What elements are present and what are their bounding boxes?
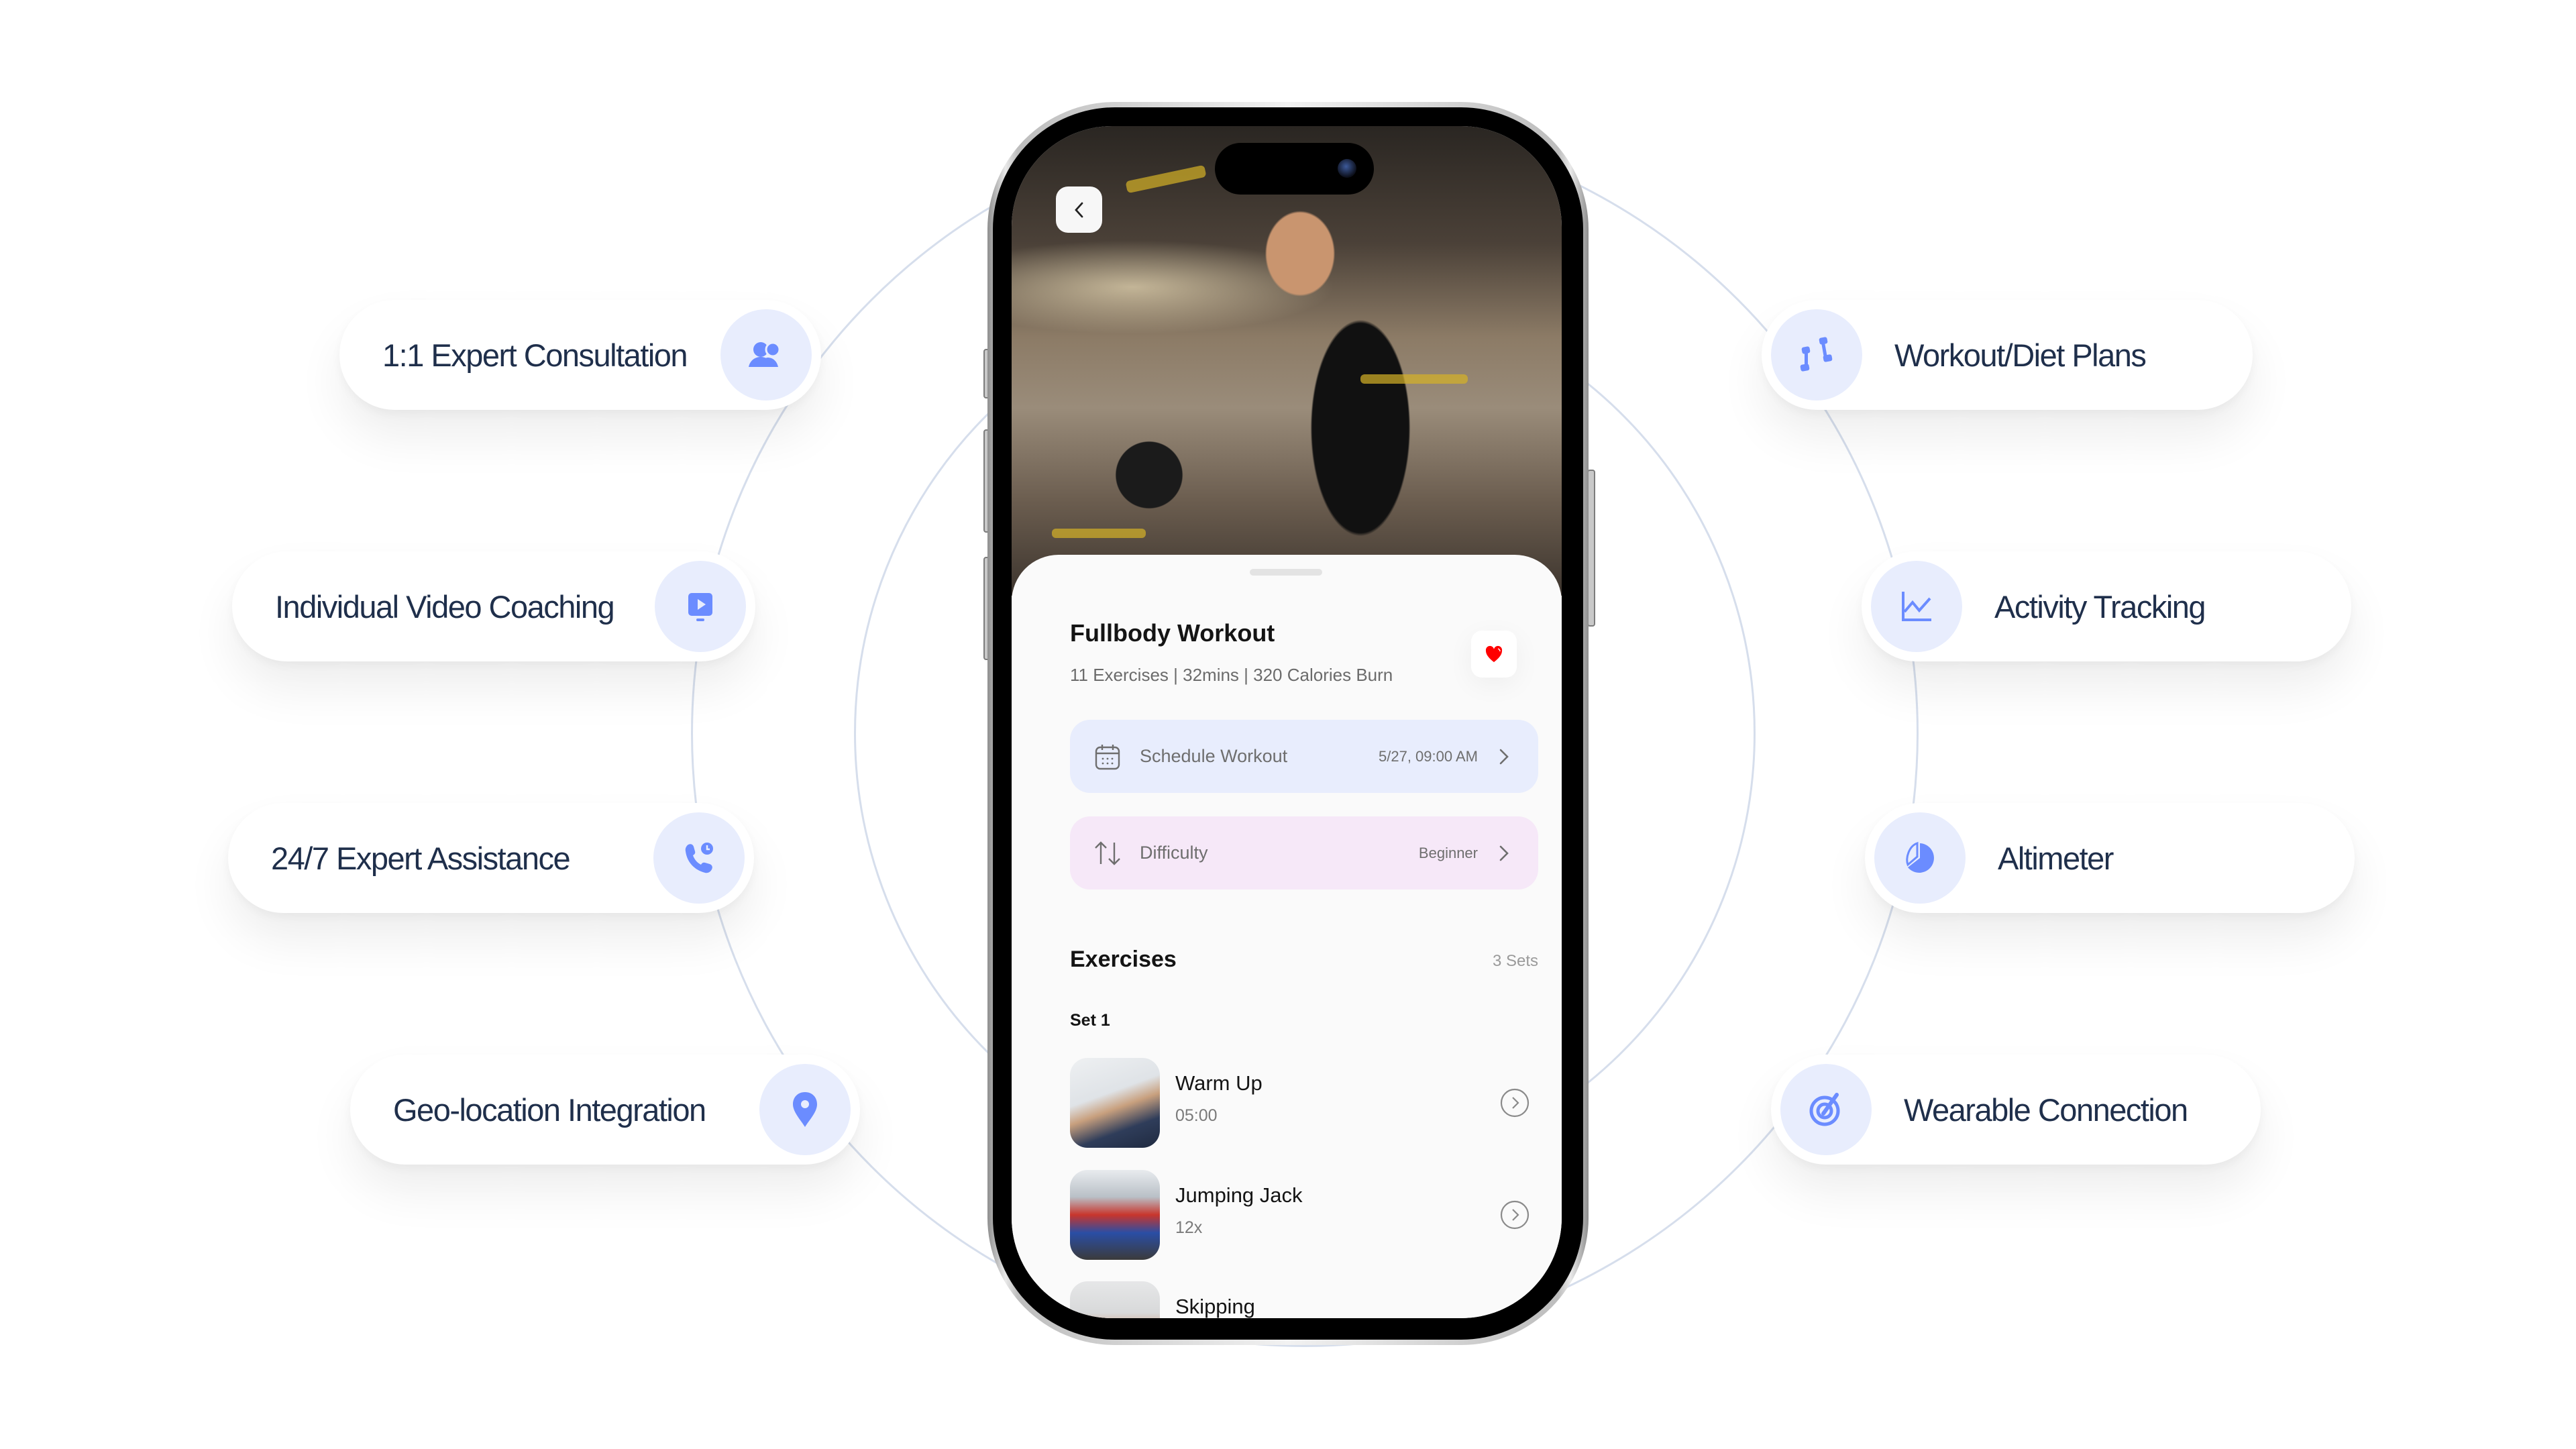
users-icon <box>720 309 812 400</box>
feature-label: Individual Video Coaching <box>275 588 615 625</box>
feature-workout-diet-plans: Workout/Diet Plans <box>1762 300 2253 410</box>
difficulty-label: Difficulty <box>1140 843 1208 863</box>
exercise-thumbnail <box>1070 1058 1160 1148</box>
feature-label: Workout/Diet Plans <box>1894 337 2147 373</box>
exercise-name: Jumping Jack <box>1175 1183 1303 1207</box>
phone-clock-icon <box>653 812 745 904</box>
sets-count: 3 Sets <box>1492 952 1538 970</box>
camera-icon <box>1338 159 1356 178</box>
pie-chart-icon <box>1874 812 1966 904</box>
exercise-thumbnail <box>1070 1281 1160 1318</box>
phone-bezel: Fullbody Workout 11 Exercises | 32mins |… <box>993 107 1583 1340</box>
exercise-item[interactable]: Jumping Jack 12x <box>1070 1170 1538 1260</box>
chevron-right-icon <box>1499 845 1509 861</box>
chevron-right-icon <box>1499 749 1509 764</box>
schedule-label: Schedule Workout <box>1140 746 1288 766</box>
feature-label: 24/7 Expert Assistance <box>271 840 571 876</box>
difficulty-row[interactable]: Difficulty Beginner <box>1070 816 1538 890</box>
workout-title: Fullbody Workout <box>1070 619 1275 647</box>
heart-icon <box>1485 645 1503 662</box>
dumbbell-icon <box>1771 309 1862 400</box>
feature-label: Altimeter <box>1998 840 2114 876</box>
exercise-item[interactable]: Warm Up 05:00 <box>1070 1058 1538 1148</box>
app-screen: Fullbody Workout 11 Exercises | 32mins |… <box>1012 126 1562 1318</box>
phone-mockup: Fullbody Workout 11 Exercises | 32mins |… <box>987 102 1589 1345</box>
feature-video-coaching: Individual Video Coaching <box>232 551 755 661</box>
exercise-name: Skipping <box>1175 1295 1255 1318</box>
exercise-meta: 12x <box>1175 1218 1203 1237</box>
workout-detail-sheet: Fullbody Workout 11 Exercises | 32mins |… <box>1012 555 1562 1318</box>
set-label: Set 1 <box>1070 1011 1110 1030</box>
location-pin-icon <box>759 1064 851 1155</box>
feature-label: Wearable Connection <box>1904 1091 2188 1128</box>
dynamic-island <box>1215 143 1374 195</box>
feature-label: Activity Tracking <box>1994 588 2206 625</box>
calendar-icon <box>1095 744 1120 769</box>
back-button[interactable] <box>1056 186 1102 233</box>
feature-label: Geo-location Integration <box>393 1091 706 1128</box>
exercises-heading: Exercises <box>1070 947 1177 972</box>
feature-wearable-connection: Wearable Connection <box>1771 1055 2261 1165</box>
circle-chevron-right-icon[interactable] <box>1499 1087 1530 1118</box>
target-icon <box>1780 1064 1872 1155</box>
line-chart-icon <box>1871 561 1962 652</box>
chevron-left-icon <box>1074 202 1083 217</box>
circle-chevron-right-icon[interactable] <box>1499 1311 1530 1318</box>
exercise-name: Warm Up <box>1175 1071 1263 1095</box>
feature-expert-assistance: 24/7 Expert Assistance <box>228 803 754 913</box>
feature-activity-tracking: Activity Tracking <box>1862 551 2351 661</box>
feature-label: 1:1 Expert Consultation <box>382 337 688 373</box>
exercise-item[interactable]: Skipping 15x <box>1070 1281 1538 1318</box>
video-play-icon <box>655 561 746 652</box>
schedule-workout-row[interactable]: Schedule Workout 5/27, 09:00 AM <box>1070 720 1538 793</box>
drag-handle[interactable] <box>1250 569 1322 576</box>
exercise-meta: 05:00 <box>1175 1106 1218 1125</box>
circle-chevron-right-icon[interactable] <box>1499 1199 1530 1230</box>
sort-arrows-icon <box>1095 841 1120 865</box>
favorite-button[interactable] <box>1471 631 1517 678</box>
workout-summary: 11 Exercises | 32mins | 320 Calories Bur… <box>1070 665 1393 685</box>
difficulty-value: Beginner <box>1418 844 1478 861</box>
exercise-thumbnail <box>1070 1170 1160 1260</box>
feature-geo-location: Geo-location Integration <box>350 1055 860 1165</box>
feature-expert-consultation: 1:1 Expert Consultation <box>339 300 821 410</box>
schedule-value: 5/27, 09:00 AM <box>1379 747 1478 765</box>
feature-altimeter: Altimeter <box>1865 803 2355 913</box>
